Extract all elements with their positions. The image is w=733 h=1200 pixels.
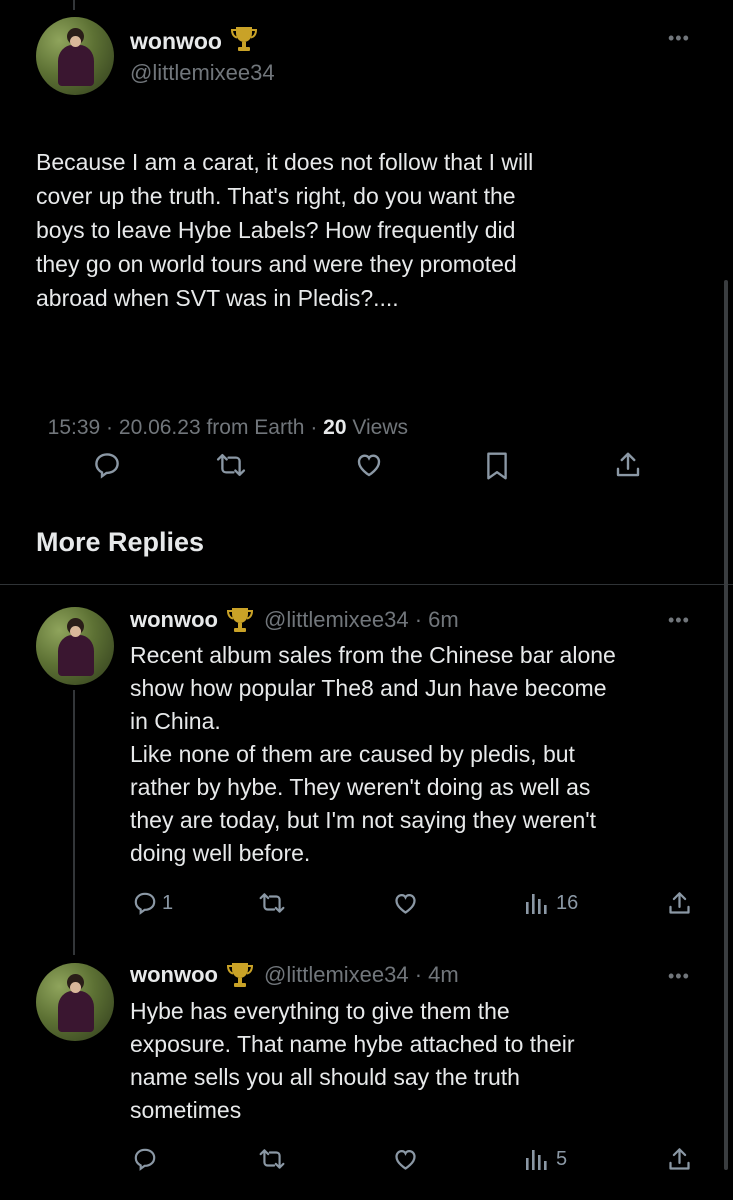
- views-icon[interactable]: 5: [524, 1146, 567, 1172]
- reply-header: wonwoo @littlemixee34 · 4m: [130, 959, 459, 991]
- scrollbar[interactable]: [724, 280, 728, 1170]
- more-icon[interactable]: •••: [668, 966, 690, 987]
- like-icon[interactable]: [392, 890, 419, 917]
- author-handle[interactable]: @littlemixee34: [130, 60, 275, 86]
- author-row: wonwoo: [130, 26, 258, 56]
- reply-time[interactable]: · 6m: [409, 607, 459, 633]
- views-icon[interactable]: 16: [524, 890, 578, 916]
- avatar[interactable]: [36, 17, 114, 95]
- trophy-icon: [226, 960, 254, 990]
- bookmark-icon[interactable]: [482, 450, 512, 482]
- avatar[interactable]: [36, 963, 114, 1041]
- section-title: More Replies: [36, 527, 205, 557]
- more-icon[interactable]: •••: [668, 610, 690, 631]
- author-name[interactable]: wonwoo: [130, 28, 222, 55]
- share-icon[interactable]: [666, 890, 693, 917]
- share-icon[interactable]: [613, 450, 643, 480]
- author-handle[interactable]: @littlemixee34: [264, 962, 409, 988]
- more-icon[interactable]: •••: [668, 28, 690, 49]
- retweet-icon[interactable]: [257, 890, 287, 916]
- reply-icon[interactable]: 1: [132, 890, 173, 916]
- views-count: 5: [556, 1147, 568, 1170]
- reply-count: 1: [162, 891, 174, 914]
- thread-line-top: [73, 0, 75, 10]
- like-icon[interactable]: [392, 1146, 419, 1173]
- tweet-text: Because I am a carat, it does not follow…: [36, 149, 534, 311]
- views-label: Views: [346, 416, 408, 439]
- tweet-meta: 15:39 · 20.06.23 from Earth · 20 Views: [36, 392, 408, 440]
- trophy-icon: [226, 605, 254, 635]
- avatar[interactable]: [36, 607, 114, 685]
- reply-icon[interactable]: [92, 450, 122, 480]
- reply-header: wonwoo @littlemixee34 · 6m: [130, 604, 459, 636]
- thread-line: [73, 690, 75, 955]
- author-name[interactable]: wonwoo: [130, 607, 218, 633]
- reply-time[interactable]: · 4m: [409, 962, 459, 988]
- divider: [0, 584, 733, 585]
- views-count[interactable]: 20: [323, 416, 346, 439]
- reply-icon[interactable]: [132, 1146, 162, 1172]
- author-name[interactable]: wonwoo: [130, 962, 218, 988]
- share-icon[interactable]: [666, 1146, 693, 1173]
- retweet-icon[interactable]: [257, 1146, 287, 1172]
- tweet-time[interactable]: 15:39 · 20.06.23 from Earth ·: [48, 416, 323, 439]
- retweet-icon[interactable]: [215, 450, 247, 480]
- views-count: 16: [556, 891, 579, 914]
- reply-text: Recent album sales from the Chinese bar …: [130, 642, 616, 866]
- like-icon[interactable]: [354, 450, 384, 480]
- author-handle[interactable]: @littlemixee34: [264, 607, 409, 633]
- trophy-icon: [230, 24, 258, 59]
- reply-text: Hybe has everything to give them the exp…: [130, 998, 575, 1123]
